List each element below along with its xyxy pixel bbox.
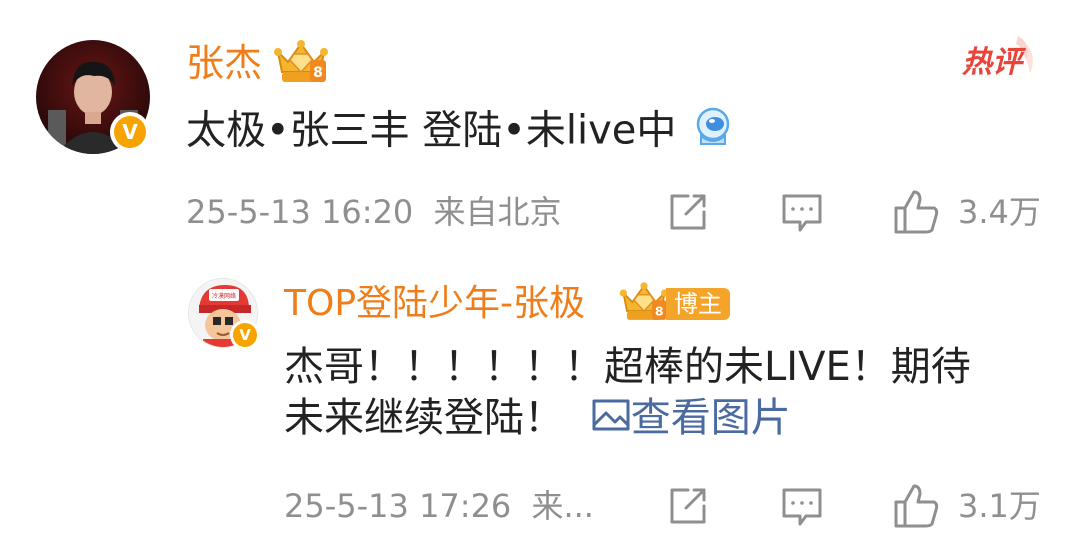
comment-text: 太极•张三丰 登陆•未live中 [186,104,735,161]
reply-meta: 25-5-13 17:26 来... [284,486,594,526]
svg-text:8: 8 [655,303,664,318]
location: 来自北京 [433,193,562,231]
username[interactable]: 张杰 [186,40,262,86]
crown-level-icon: 8 [618,280,670,328]
location: 来... [531,487,594,525]
timestamp: 25-5-13 17:26 [284,487,512,525]
repost-icon[interactable] [666,190,710,238]
avatar[interactable]: V [36,40,150,154]
reply-username[interactable]: TOP登陆少年-张极 [284,282,585,326]
like-count: 3.4万 [958,193,1041,231]
like-icon[interactable] [892,188,940,240]
astronaut-emoji-icon [691,104,735,161]
verified-badge-icon: V [230,320,260,350]
svg-text:8: 8 [313,65,323,81]
comment-reply: 冷漠网络 V TOP登陆少年-张极 8 博主 杰哥！！！！！！超棒的未LIVE！… [0,260,1079,560]
reply-text: 杰哥！！！！！！超棒的未LIVE！期待 未来继续登陆！ 查看图片 [284,342,1044,446]
reply-avatar[interactable]: 冷漠网络 V [188,278,260,350]
comment-icon[interactable] [780,190,824,238]
timestamp: 25-5-13 16:20 [186,193,414,231]
view-image-link[interactable]: 查看图片 [591,395,791,441]
svg-text:热评: 热评 [961,45,1027,80]
svg-text:冷漠网络: 冷漠网络 [212,292,236,300]
blogger-tag: 博主 [666,288,730,320]
repost-icon[interactable] [666,484,710,532]
verified-badge-icon: V [110,112,150,152]
comment-main: V 张杰 8 热评 太极•张三丰 登陆•未live中 25-5-13 16:20… [0,0,1079,260]
hot-comment-badge: 热评 [960,34,1040,86]
crown-level-icon: 8 [272,38,330,90]
like-icon[interactable] [892,482,940,534]
comment-meta: 25-5-13 16:20 来自北京 [186,192,561,232]
comment-icon[interactable] [780,484,824,532]
image-icon [591,395,631,446]
like-count: 3.1万 [958,487,1041,525]
